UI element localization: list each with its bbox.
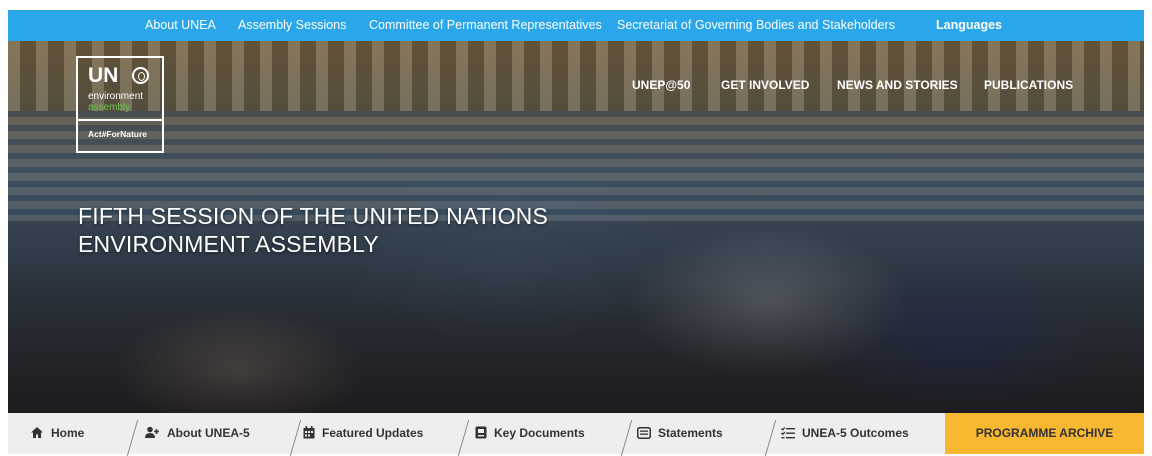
hero-nav-publications[interactable]: PUBLICATIONS	[984, 78, 1073, 92]
logo-environment-text: environment	[88, 91, 144, 102]
tab-featured-updates-label: Featured Updates	[322, 426, 424, 440]
hero-banner: UN environment assembly Act#ForNature UN…	[8, 41, 1144, 413]
hero-nav-news-and-stories[interactable]: NEWS AND STORIES	[837, 78, 958, 92]
hero-background-windows	[8, 41, 1144, 111]
tab-statements-label: Statements	[658, 426, 723, 440]
hero-nav-get-involved[interactable]: GET INVOLVED	[721, 78, 809, 92]
hero-title-line1: FIFTH SESSION OF THE UNITED NATIONS	[78, 203, 549, 229]
tab-divider	[289, 420, 302, 456]
logo-divider	[78, 119, 162, 121]
languages-link[interactable]: Languages	[936, 10, 1002, 41]
hero-nav-unep50[interactable]: UNEP@50	[632, 78, 690, 92]
tab-about-unea5[interactable]: About UNEA-5	[145, 413, 250, 454]
unea-logo[interactable]: UN environment assembly Act#ForNature	[76, 56, 164, 153]
tab-divider	[457, 420, 470, 456]
list-icon	[781, 427, 795, 439]
hero-title: FIFTH SESSION OF THE UNITED NATIONS ENVI…	[78, 202, 598, 258]
tab-unea5-outcomes[interactable]: UNEA-5 Outcomes	[781, 413, 909, 454]
tab-divider	[764, 420, 777, 456]
top-nav-committee[interactable]: Committee of Permanent Representatives	[369, 10, 602, 41]
home-icon	[31, 427, 43, 438]
document-icon	[475, 426, 487, 439]
statement-icon	[637, 427, 651, 439]
logo-un-text: UN	[88, 64, 119, 87]
tab-home[interactable]: Home	[30, 413, 84, 454]
tab-about-unea5-label: About UNEA-5	[167, 426, 250, 440]
tab-statements[interactable]: Statements	[637, 413, 723, 454]
hero-title-line2: ENVIRONMENT ASSEMBLY	[78, 231, 379, 257]
logo-assembly-text: assembly	[88, 102, 131, 113]
top-nav-about-unea[interactable]: About UNEA	[145, 10, 216, 41]
tab-unea5-outcomes-label: UNEA-5 Outcomes	[802, 426, 909, 440]
programme-archive-button[interactable]: PROGRAMME ARCHIVE	[945, 413, 1144, 454]
section-nav: Home About UNEA-5 Featured Updates Key D…	[8, 413, 1144, 456]
tab-divider	[126, 420, 139, 456]
tab-key-documents[interactable]: Key Documents	[475, 413, 585, 454]
tab-home-label: Home	[51, 426, 85, 440]
tab-divider	[620, 420, 633, 456]
top-nav-secretariat[interactable]: Secretariat of Governing Bodies and Stak…	[617, 10, 895, 41]
un-emblem-icon	[132, 67, 149, 84]
top-nav-bar: About UNEA Assembly Sessions Committee o…	[8, 10, 1144, 41]
logo-tagline: Act#ForNature	[88, 129, 148, 139]
top-nav-assembly-sessions[interactable]: Assembly Sessions	[238, 10, 346, 41]
tab-key-documents-label: Key Documents	[494, 426, 585, 440]
add-user-icon	[145, 426, 159, 438]
tab-featured-updates[interactable]: Featured Updates	[303, 413, 423, 454]
calendar-icon	[303, 426, 315, 439]
